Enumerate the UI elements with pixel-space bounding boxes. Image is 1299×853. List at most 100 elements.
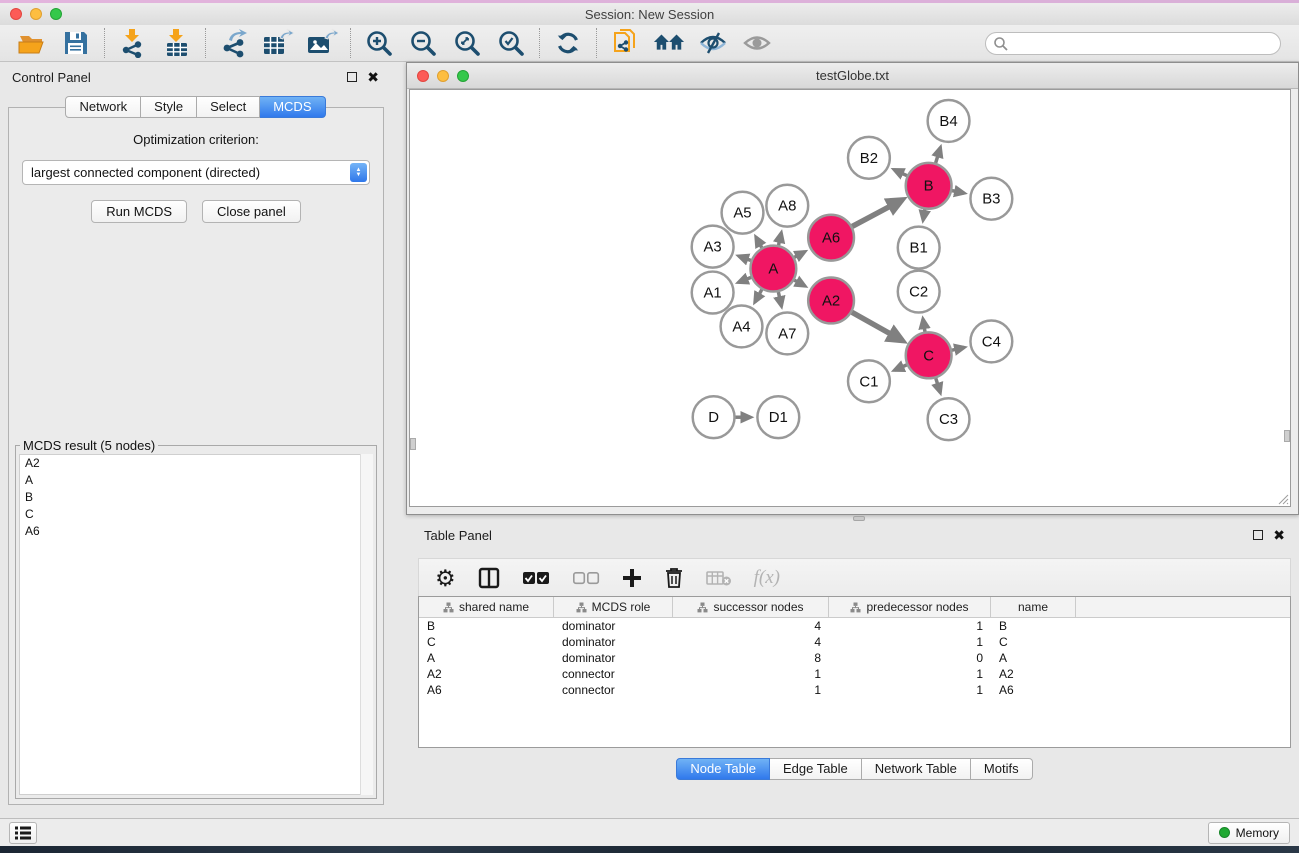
edge-B-B3[interactable] <box>952 191 964 193</box>
network-window-titlebar[interactable]: testGlobe.txt <box>407 63 1298 89</box>
memory-button[interactable]: Memory <box>1208 822 1290 844</box>
edge-A-A7[interactable] <box>778 292 781 306</box>
edge-A-A3[interactable] <box>739 256 751 260</box>
zoom-in-icon[interactable] <box>363 28 395 58</box>
edge-C-C4[interactable] <box>952 347 964 350</box>
zoom-out-icon[interactable] <box>407 28 439 58</box>
add-column-icon[interactable] <box>622 568 642 588</box>
edge-B-B2[interactable] <box>894 170 907 176</box>
zoom-selected-icon[interactable] <box>495 28 527 58</box>
import-table-icon[interactable] <box>161 28 193 58</box>
table-row[interactable]: A6connector11A6 <box>419 682 1290 698</box>
export-image-icon[interactable] <box>306 28 338 58</box>
canvas-right-handle[interactable] <box>1284 430 1290 442</box>
function-builder-icon[interactable]: f(x) <box>754 567 780 589</box>
tab-style[interactable]: Style <box>141 96 197 118</box>
node-A1[interactable]: A1 <box>692 272 734 314</box>
node-B4[interactable]: B4 <box>928 100 970 142</box>
node-A2[interactable]: A2 <box>808 278 854 324</box>
column-header-successor-nodes[interactable]: successor nodes <box>673 597 829 617</box>
tab-mcds[interactable]: MCDS <box>260 96 325 118</box>
float-panel-icon[interactable] <box>347 72 357 82</box>
node-D[interactable]: D <box>693 396 735 438</box>
edge-A6-B[interactable] <box>852 200 902 227</box>
clone-network-icon[interactable] <box>609 28 641 58</box>
table-row[interactable]: Bdominator41B <box>419 618 1290 634</box>
show-eye-icon[interactable] <box>741 28 773 58</box>
close-panel-button[interactable]: Close panel <box>202 200 301 223</box>
node-B2[interactable]: B2 <box>848 137 890 179</box>
node-B3[interactable]: B3 <box>970 178 1012 220</box>
close-panel-icon[interactable]: ✖ <box>367 72 379 82</box>
hide-selected-eye-icon[interactable] <box>697 28 729 58</box>
column-header-shared-name[interactable]: shared name <box>419 597 554 617</box>
edge-A-A4[interactable] <box>755 290 762 302</box>
node-B1[interactable]: B1 <box>898 227 940 269</box>
tab-node-table[interactable]: Node Table <box>676 758 770 780</box>
mcds-result-item[interactable]: C <box>20 506 372 523</box>
network-canvas[interactable]: B4 B2 B B3 A5A8A6 A3 A B1 A1 C2 A2 A4A7 C C4 C1 C3 D D1 <box>409 89 1291 507</box>
search-input[interactable] <box>985 32 1281 55</box>
task-history-button[interactable] <box>9 822 37 844</box>
mcds-result-item[interactable]: A2 <box>20 455 372 472</box>
edge-A2-C[interactable] <box>852 312 903 341</box>
edge-B-B4[interactable] <box>936 148 941 163</box>
tab-motifs[interactable]: Motifs <box>971 758 1033 780</box>
save-session-icon[interactable] <box>60 28 92 58</box>
edge-C-C1[interactable] <box>894 365 906 370</box>
zoom-fit-icon[interactable] <box>451 28 483 58</box>
node-C2[interactable]: C2 <box>898 271 940 313</box>
edge-A-A5[interactable] <box>756 237 762 247</box>
edge-A-A2[interactable] <box>794 280 805 286</box>
float-table-panel-icon[interactable] <box>1253 530 1263 540</box>
node-A8[interactable]: A8 <box>766 185 808 227</box>
mcds-result-item[interactable]: B <box>20 489 372 506</box>
select-all-checkboxes-icon[interactable] <box>522 571 550 585</box>
home-layout-icon[interactable] <box>653 28 685 58</box>
run-mcds-button[interactable]: Run MCDS <box>91 200 187 223</box>
mcds-list-scrollbar[interactable] <box>360 454 373 795</box>
node-A5[interactable]: A5 <box>722 192 764 234</box>
tab-network-table[interactable]: Network Table <box>862 758 971 780</box>
node-A[interactable]: A <box>750 246 796 292</box>
delete-table-icon[interactable] <box>706 569 732 587</box>
table-row[interactable]: A2connector11A2 <box>419 666 1290 682</box>
node-C3[interactable]: C3 <box>928 398 970 440</box>
edge-C-C3[interactable] <box>936 378 940 392</box>
column-view-icon[interactable] <box>478 567 500 589</box>
node-C1[interactable]: C1 <box>848 360 890 402</box>
edge-B-B1[interactable] <box>923 209 925 220</box>
edge-A-A6[interactable] <box>794 252 804 258</box>
node-C[interactable]: C <box>906 332 952 378</box>
column-header-predecessor-nodes[interactable]: predecessor nodes <box>829 597 991 617</box>
mcds-result-item[interactable]: A6 <box>20 523 372 540</box>
tab-select[interactable]: Select <box>197 96 260 118</box>
table-row[interactable]: Cdominator41C <box>419 634 1290 650</box>
deselect-all-checkboxes-icon[interactable] <box>572 571 600 585</box>
node-A4[interactable]: A4 <box>721 305 763 347</box>
tab-edge-table[interactable]: Edge Table <box>770 758 862 780</box>
table-row[interactable]: Adominator80A <box>419 650 1290 666</box>
node-D1[interactable]: D1 <box>757 396 799 438</box>
delete-column-icon[interactable] <box>664 567 684 589</box>
edge-A-A8[interactable] <box>779 233 782 245</box>
node-C4[interactable]: C4 <box>970 320 1012 362</box>
settings-gear-icon[interactable]: ⚙ <box>435 567 456 590</box>
network-graph[interactable]: B4 B2 B B3 A5A8A6 A3 A B1 A1 C2 A2 A4A7 C C4 C1 C3 D D1 <box>410 90 1290 506</box>
column-header-MCDS-role[interactable]: MCDS role <box>554 597 673 617</box>
close-table-panel-icon[interactable]: ✖ <box>1273 530 1285 540</box>
edge-C-C2[interactable] <box>923 319 925 332</box>
mcds-result-list[interactable]: A2ABCA6 <box>19 454 373 795</box>
export-network-icon[interactable] <box>218 28 250 58</box>
export-table-icon[interactable] <box>262 28 294 58</box>
open-file-icon[interactable] <box>16 28 48 58</box>
edge-A-A1[interactable] <box>739 277 752 282</box>
node-A3[interactable]: A3 <box>692 226 734 268</box>
node-A6[interactable]: A6 <box>808 215 854 261</box>
node-A7[interactable]: A7 <box>766 312 808 354</box>
column-header-name[interactable]: name <box>991 597 1076 617</box>
node-B[interactable]: B <box>906 163 952 209</box>
refresh-icon[interactable] <box>552 28 584 58</box>
canvas-left-handle[interactable] <box>410 438 416 450</box>
window-resize-grip[interactable] <box>1275 491 1289 505</box>
